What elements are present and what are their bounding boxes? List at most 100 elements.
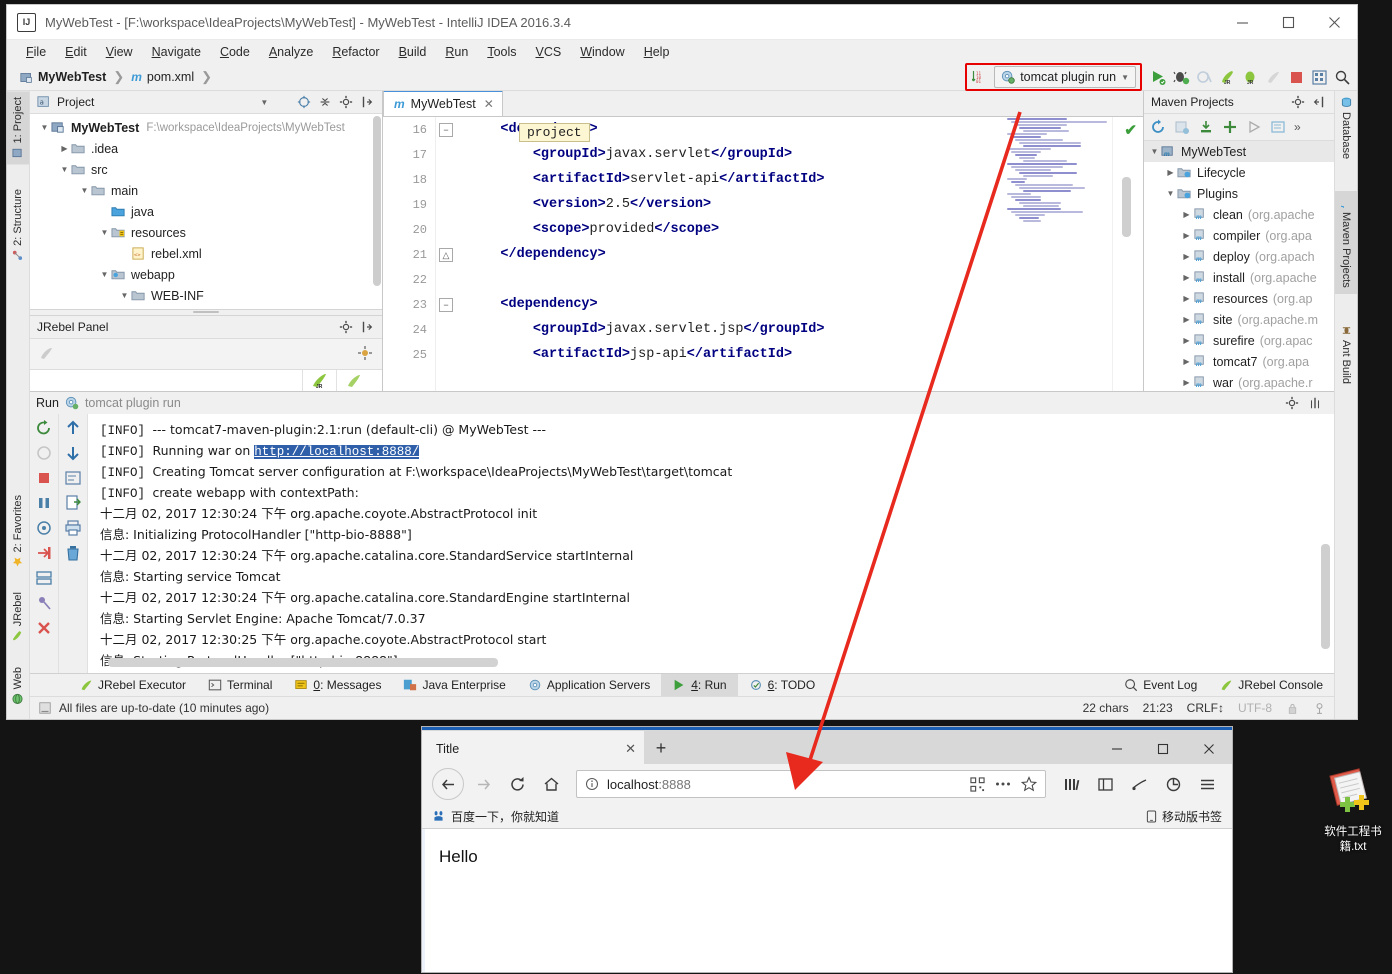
status-line-separator[interactable]: CRLF↕ xyxy=(1187,701,1224,715)
tool-window-java-enterprise[interactable]: Java Enterprise xyxy=(392,674,516,696)
editor-area[interactable]: 16171819202122232425 −△− <dependency> <g… xyxy=(383,117,1143,391)
fold-end-icon[interactable]: △ xyxy=(439,248,453,262)
debug-button[interactable] xyxy=(1171,67,1192,88)
sidebar-item-web[interactable]: Web xyxy=(7,661,29,710)
console-link[interactable]: http://localhost:8888/ xyxy=(254,445,420,459)
stop-icon[interactable] xyxy=(35,469,53,487)
sidebar-toggle-button[interactable] xyxy=(1090,769,1120,799)
chevron-down-icon[interactable]: ▼ xyxy=(98,270,111,279)
chevron-down-icon[interactable]: ▼ xyxy=(78,186,91,195)
chevron-right-icon[interactable]: ▶ xyxy=(1180,210,1193,219)
tool-window-event-log[interactable]: Event Log xyxy=(1113,674,1208,696)
run-configuration-selector[interactable]: tomcat plugin run ▼ xyxy=(994,66,1136,88)
tool-window-run[interactable]: 4: Run xyxy=(661,674,738,696)
maven-tree[interactable]: ▼ m MyWebTest ▶ Lifecycle ▼ Plugins ▶ m clean (org… xyxy=(1144,141,1334,391)
library-button[interactable] xyxy=(1056,769,1086,799)
desktop-file-icon[interactable]: 软件工程书籍.txt xyxy=(1318,768,1388,855)
menu-refactor[interactable]: Refactor xyxy=(323,42,388,62)
project-tree-row[interactable]: ▼ WEB-INF xyxy=(30,285,382,306)
project-tree-row[interactable]: ▼ resources xyxy=(30,222,382,243)
bookmark-baidu-label[interactable]: 百度一下，你就知道 xyxy=(451,808,559,825)
hide-panel-icon[interactable] xyxy=(360,320,374,334)
stop-button[interactable] xyxy=(1286,67,1307,88)
download-sources-icon[interactable] xyxy=(1198,119,1214,135)
chevron-down-icon[interactable]: ▼ xyxy=(98,228,111,237)
hide-panel-icon[interactable] xyxy=(1308,396,1322,410)
print-icon[interactable] xyxy=(64,519,82,537)
menu-navigate[interactable]: Navigate xyxy=(143,42,210,62)
qr-code-icon[interactable] xyxy=(970,776,985,792)
maven-tree-row[interactable]: ▶ m resources (org.ap xyxy=(1144,288,1334,309)
chevron-right-icon[interactable]: ▶ xyxy=(1164,168,1177,177)
gear-icon[interactable] xyxy=(1291,95,1305,109)
chevron-down-icon[interactable]: ▼ xyxy=(58,165,71,174)
tool-window-terminal[interactable]: Terminal xyxy=(197,674,283,696)
restart-icon[interactable] xyxy=(35,544,53,562)
menu-tools[interactable]: Tools xyxy=(478,42,525,62)
chevron-right-icon[interactable]: ▶ xyxy=(58,144,71,153)
scroll-up-icon[interactable] xyxy=(64,419,82,437)
editor-scrollbar[interactable] xyxy=(1122,177,1131,237)
menu-build[interactable]: Build xyxy=(390,42,436,62)
project-tree-row[interactable]: ▶ .idea xyxy=(30,138,382,159)
menu-window[interactable]: Window xyxy=(571,42,633,62)
soft-wrap-icon[interactable] xyxy=(64,469,82,487)
panel-splitter[interactable] xyxy=(30,308,382,316)
console-vertical-scrollbar[interactable] xyxy=(1321,544,1330,649)
sidebar-item-jrebel[interactable]: JRebel xyxy=(7,586,29,647)
project-tree-row[interactable]: ▼ src xyxy=(30,159,382,180)
rerun-icon[interactable] xyxy=(35,419,53,437)
jrebel-extra-button[interactable] xyxy=(1263,67,1284,88)
editor-tab-pom[interactable]: m MyWebTest ✕ xyxy=(383,90,503,116)
project-tree-row[interactable]: ▼ MyWebTest F:\workspace\IdeaProjects\MyWe… xyxy=(30,117,382,138)
chevron-right-icon[interactable]: ▶ xyxy=(1180,357,1193,366)
dump-threads-icon[interactable] xyxy=(35,519,53,537)
pocket-button[interactable] xyxy=(1124,769,1154,799)
maven-tree-row[interactable]: ▶ m tomcat7 (org.apa xyxy=(1144,351,1334,372)
hide-panel-icon[interactable] xyxy=(360,95,374,109)
home-button[interactable] xyxy=(536,769,566,799)
run-maven-goal-icon[interactable] xyxy=(1246,119,1262,135)
scroll-down-icon[interactable] xyxy=(64,444,82,462)
code-minimap[interactable] xyxy=(993,117,1113,391)
menu-file[interactable]: File xyxy=(17,42,55,62)
chevron-down-icon[interactable]: ▼ xyxy=(118,291,131,300)
sync-button[interactable] xyxy=(1158,769,1188,799)
chevron-right-icon[interactable]: ▶ xyxy=(1180,231,1193,240)
gear-icon[interactable] xyxy=(339,95,353,109)
run-with-coverage-button[interactable] xyxy=(1194,67,1215,88)
menu-vcs[interactable]: VCS xyxy=(527,42,571,62)
chevron-right-icon[interactable]: ▶ xyxy=(1180,273,1193,282)
browser-tab[interactable]: Title ✕ xyxy=(422,731,644,764)
maven-tree-row[interactable]: ▶ m surefire (org.apac xyxy=(1144,330,1334,351)
menu-view[interactable]: View xyxy=(97,42,142,62)
lock-icon[interactable] xyxy=(1286,702,1299,715)
search-everywhere-button[interactable] xyxy=(1332,67,1353,88)
back-button[interactable] xyxy=(432,768,464,800)
maven-tree-row[interactable]: ▶ m war (org.apache.r xyxy=(1144,372,1334,391)
maximize-button[interactable] xyxy=(1265,5,1311,39)
jrebel-run-button[interactable]: JR xyxy=(1217,67,1238,88)
jrebel-settings-icon[interactable] xyxy=(357,345,374,362)
sidebar-item-project[interactable]: 1: Project xyxy=(7,91,29,165)
project-tree-row[interactable]: ▼ main xyxy=(30,180,382,201)
binary-toggle-icon[interactable]: 11 10 01 xyxy=(969,67,990,88)
sidebar-item-maven-projects[interactable]: m Maven Projects xyxy=(1335,191,1357,294)
chevron-right-icon[interactable]: ▶ xyxy=(1180,378,1193,387)
chevron-down-icon[interactable]: ▼ xyxy=(38,123,51,132)
tool-window-todo[interactable]: 6: TODO xyxy=(738,674,827,696)
project-tree-scrollbar[interactable] xyxy=(373,116,381,286)
chevron-right-icon[interactable]: ▶ xyxy=(1180,252,1193,261)
status-encoding[interactable]: UTF-8 xyxy=(1238,701,1272,715)
maven-tree-row[interactable]: ▶ m deploy (org.apach xyxy=(1144,246,1334,267)
generate-sources-icon[interactable] xyxy=(1174,119,1190,135)
browser-close-button[interactable] xyxy=(1186,733,1232,764)
tool-window-messages[interactable]: 0: Messages xyxy=(283,674,392,696)
rerun-failed-icon[interactable] xyxy=(35,444,53,462)
menu-analyze[interactable]: Analyze xyxy=(260,42,322,62)
new-tab-button[interactable]: + xyxy=(644,733,678,764)
project-tree[interactable]: ▼ MyWebTest F:\workspace\IdeaProjects\MyWe… xyxy=(30,114,382,309)
minimize-button[interactable] xyxy=(1219,5,1265,39)
close-run-icon[interactable] xyxy=(35,619,53,637)
run-console-output[interactable]: [INFO] --- tomcat7-maven-plugin:2.1:run … xyxy=(87,414,1334,673)
